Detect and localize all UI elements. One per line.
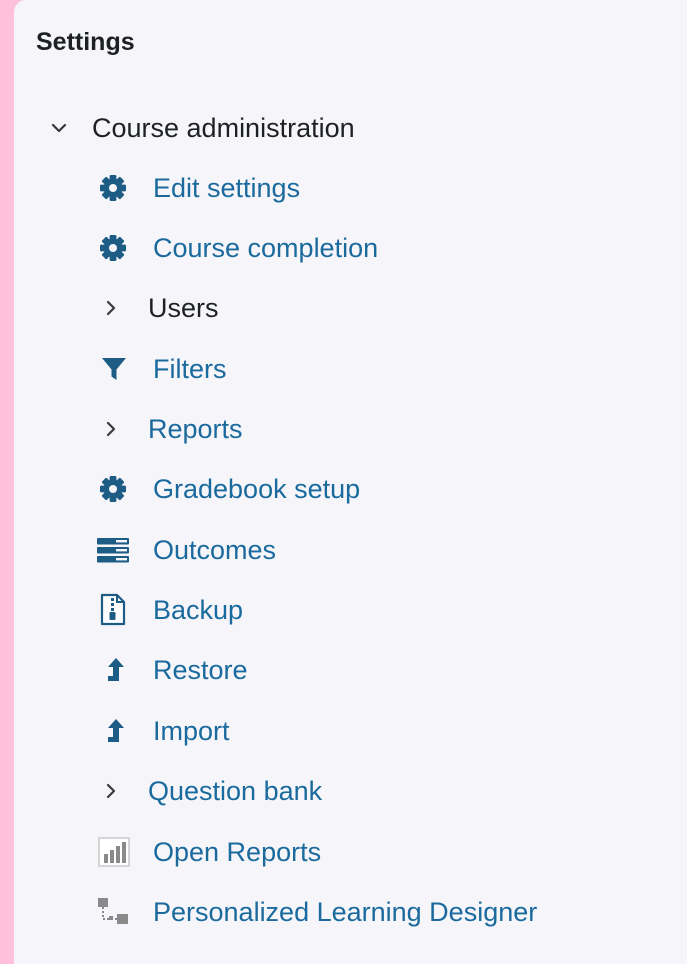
tree-item-outcomes[interactable]: Outcomes: [14, 528, 687, 572]
tree-item-label: Gradebook setup: [153, 473, 361, 504]
restore-arrow-icon: [102, 655, 126, 685]
gear-icon: [98, 173, 128, 203]
tree-item-label: Open Reports: [153, 836, 322, 867]
tree-item-restore[interactable]: Restore: [14, 648, 687, 692]
settings-panel: Settings Course administration Edit sett…: [14, 0, 687, 964]
tree-item-course-completion[interactable]: Course completion: [14, 226, 687, 270]
tree-item-label: Reports: [148, 413, 243, 444]
tree-item-label: Filters: [153, 353, 227, 384]
bar-chart-icon: [98, 837, 130, 867]
tree-item-label: Course administration: [92, 112, 355, 143]
tree-item-label: Users: [148, 292, 219, 323]
tree-item-label: Backup: [153, 594, 244, 625]
tree-item-label: Question bank: [148, 775, 323, 806]
tree-item-open-reports[interactable]: Open Reports: [14, 830, 687, 874]
chevron-right-icon[interactable]: [100, 297, 122, 319]
tree-item-label: Personalized Learning Designer: [153, 896, 538, 927]
outcomes-list-icon: [96, 536, 130, 564]
tree-item-question-bank[interactable]: Question bank: [14, 769, 687, 813]
filter-icon: [100, 355, 128, 383]
learning-designer-icon: [96, 896, 130, 928]
import-arrow-icon: [102, 716, 126, 746]
gear-icon: [98, 233, 128, 263]
tree-item-import[interactable]: Import: [14, 709, 687, 753]
tree-item-label: Edit settings: [153, 172, 301, 203]
tree-item-edit-settings[interactable]: Edit settings: [14, 166, 687, 210]
tree-item-filters[interactable]: Filters: [14, 347, 687, 391]
tree-item-personalized-learning-designer[interactable]: Personalized Learning Designer: [14, 890, 687, 934]
tree-item-label: Outcomes: [153, 534, 277, 565]
tree-item-users[interactable]: Users: [14, 286, 687, 330]
chevron-down-icon[interactable]: [48, 117, 70, 139]
tree-item-label: Restore: [153, 654, 248, 685]
chevron-right-icon[interactable]: [100, 780, 122, 802]
backup-file-icon: [98, 593, 128, 627]
chevron-right-icon[interactable]: [100, 418, 122, 440]
tree-item-label: Course completion: [153, 232, 379, 263]
tree-item-label: Import: [153, 715, 230, 746]
tree-item-course-administration[interactable]: Course administration: [14, 106, 687, 150]
tree-item-backup[interactable]: Backup: [14, 588, 687, 632]
tree-item-gradebook-setup[interactable]: Gradebook setup: [14, 467, 687, 511]
tree-item-reports[interactable]: Reports: [14, 407, 687, 451]
gear-icon: [98, 474, 128, 504]
panel-title: Settings: [36, 28, 135, 56]
